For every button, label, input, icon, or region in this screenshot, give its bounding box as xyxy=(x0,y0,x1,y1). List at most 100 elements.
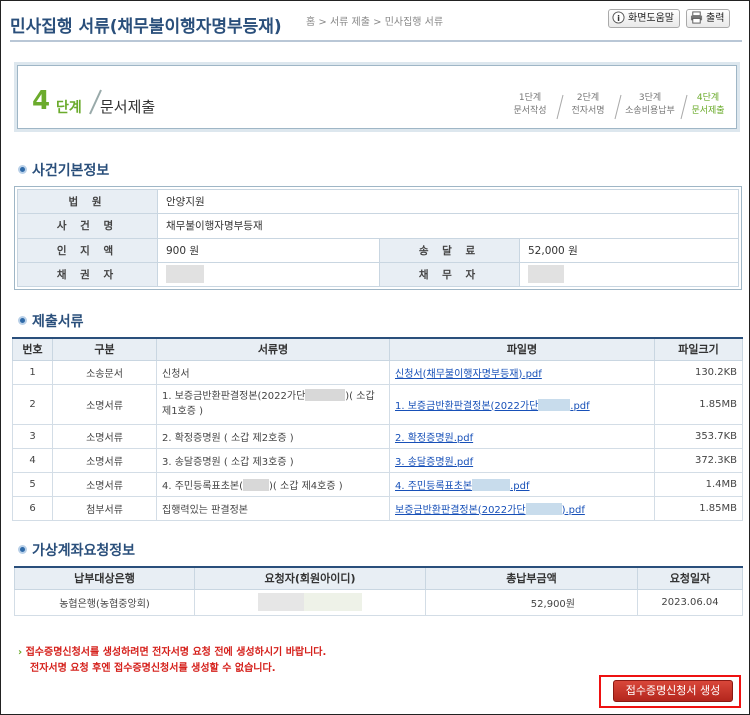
step-2: 2단계 전자서명 xyxy=(571,93,605,116)
row-type: 첨부서류 xyxy=(52,495,157,521)
col-header-date: 요청일자 xyxy=(637,566,743,590)
print-button[interactable]: 출력 xyxy=(686,9,731,28)
row-size: 353.7KB xyxy=(654,423,743,449)
stamp-fee-label: 인 지 액 xyxy=(17,237,158,263)
help-icon: i xyxy=(612,11,625,24)
bullet-icon xyxy=(18,545,27,554)
breadcrumb-current: 민사집행 서류 xyxy=(384,17,444,28)
table-row: 인 지 액 900 원 송 달 료 52,000 원 xyxy=(17,237,739,263)
table-row: 2 소명서류 1. 보증금반환판결정본(2022가단)( 소갑 제1호증 ) 1… xyxy=(12,383,743,425)
table-row: 6 첨부서류 집행력있는 판결정본 보증금반환판결정본(2022가단).pdf … xyxy=(12,495,743,521)
table-row: 1 소송문서 신청서 신청서(채무불이행자명부등재).pdf 130.2KB xyxy=(12,359,743,385)
col-header-file-size: 파일크기 xyxy=(654,337,743,361)
bullet-icon xyxy=(18,316,27,325)
row-size: 130.2KB xyxy=(654,359,743,385)
current-step-name: 문서제출 xyxy=(100,98,156,116)
step-list: 1단계 문서작성 2단계 전자서명 3단계 소송비용납부 4단계 문서제출 xyxy=(504,92,734,124)
redacted-block xyxy=(305,389,346,401)
table-row: 농협은행(농협중앙회) 52,900원 2023.06.04 xyxy=(14,588,743,616)
table-row: 4 소명서류 3. 송달증명원 ( 소갑 제3호증 ) 3. 송달증명원.pdf… xyxy=(12,447,743,473)
requester-value xyxy=(194,588,426,616)
col-header-doc-name: 서류명 xyxy=(156,337,390,361)
bank-value: 농협은행(농협중앙회) xyxy=(14,588,195,616)
row-doc-name: 신청서 xyxy=(156,359,390,385)
table-row: 법 원 안양지원 xyxy=(17,188,739,215)
row-no: 6 xyxy=(12,495,53,521)
col-header-requester: 요청자(회원아이디) xyxy=(194,566,426,590)
row-no: 4 xyxy=(12,447,53,473)
step-4: 4단계 문서제출 xyxy=(691,93,725,116)
generate-receipt-button[interactable]: 접수증명신청서 생성 xyxy=(613,680,733,702)
file-link[interactable]: 3. 송달증명원.pdf xyxy=(395,457,473,468)
row-size: 1.85MB xyxy=(654,495,743,521)
print-label: 출력 xyxy=(706,13,725,24)
case-info-heading: 사건기본정보 xyxy=(18,160,109,180)
bullet-icon xyxy=(18,165,27,174)
step-indicator: 4 단계 문서제출 1단계 문서작성 2단계 전자서명 3단계 소송비용납부 4단계 문… xyxy=(14,62,740,132)
row-no: 3 xyxy=(12,423,53,449)
redacted-block xyxy=(258,593,304,611)
col-header-no: 번호 xyxy=(12,337,53,361)
redacted-block xyxy=(528,265,564,284)
account-table: 납부대상은행 요청자(회원아이디) 총납부금액 요청일자 농협은행(농협중앙회)… xyxy=(14,566,743,616)
row-file: 보증금반환판결정본(2022가단).pdf xyxy=(389,495,655,521)
account-heading: 가상계좌요청정보 xyxy=(18,540,135,560)
row-type: 소송문서 xyxy=(52,359,157,385)
row-type: 소명서류 xyxy=(52,383,157,425)
debtor-value xyxy=(519,261,739,288)
table-row: 5 소명서류 4. 주민등록표초본()( 소갑 제4호증 ) 4. 주민등록표초… xyxy=(12,471,743,497)
breadcrumb-submit[interactable]: 서류 제출 xyxy=(330,17,370,28)
row-doc-name: 2. 확정증명원 ( 소갑 제2호증 ) xyxy=(156,423,390,449)
court-label: 법 원 xyxy=(17,188,158,215)
col-header-amount: 총납부금액 xyxy=(425,566,638,590)
case-name-value: 채무불이행자명부등재 xyxy=(157,213,739,239)
table-header-row: 납부대상은행 요청자(회원아이디) 총납부금액 요청일자 xyxy=(14,566,743,590)
row-file: 2. 확정증명원.pdf xyxy=(389,423,655,449)
file-link[interactable]: 4. 주민등록표초본 .pdf xyxy=(395,478,530,492)
breadcrumb: 홈 > 서류 제출 > 민사집행 서류 xyxy=(306,17,444,28)
row-doc-name: 4. 주민등록표초본()( 소갑 제4호증 ) xyxy=(156,471,390,497)
redacted-block xyxy=(472,478,511,491)
creditor-label: 채 권 자 xyxy=(17,261,158,288)
row-file: 신청서(채무불이행자명부등재).pdf xyxy=(389,359,655,385)
file-link[interactable]: 2. 확정증명원.pdf xyxy=(395,433,473,444)
row-type: 소명서류 xyxy=(52,471,157,497)
col-header-type: 구분 xyxy=(52,337,157,361)
current-step-suffix: 단계 xyxy=(56,100,82,116)
delivery-fee-value: 52,000 원 xyxy=(519,237,739,263)
stamp-fee-value: 900 원 xyxy=(157,237,380,263)
creditor-value xyxy=(157,261,380,288)
redacted-block xyxy=(304,593,362,611)
col-header-bank: 납부대상은행 xyxy=(14,566,195,590)
case-name-label: 사 건 명 xyxy=(17,213,158,239)
screen-help-button[interactable]: i 화면도움말 xyxy=(608,9,680,28)
row-doc-name: 1. 보증금반환판결정본(2022가단)( 소갑 제1호증 ) xyxy=(156,383,390,425)
documents-table: 번호 구분 서류명 파일명 파일크기 1 소송문서 신청서 신청서(채무불이행자… xyxy=(12,337,743,521)
row-size: 1.85MB xyxy=(654,383,743,425)
redacted-block xyxy=(243,478,270,491)
screen-help-label: 화면도움말 xyxy=(628,13,674,24)
documents-heading: 제출서류 xyxy=(18,311,84,331)
breadcrumb-home[interactable]: 홈 xyxy=(306,17,315,28)
delivery-fee-label: 송 달 료 xyxy=(379,237,520,263)
row-no: 2 xyxy=(12,383,53,425)
row-doc-name: 3. 송달증명원 ( 소갑 제3호증 ) xyxy=(156,447,390,473)
row-type: 소명서류 xyxy=(52,447,157,473)
col-header-file-name: 파일명 xyxy=(389,337,655,361)
table-row: 사 건 명 채무불이행자명부등재 xyxy=(17,213,739,239)
printer-icon xyxy=(690,11,703,24)
redacted-block xyxy=(538,398,571,411)
table-row: 채 권 자 채 무 자 xyxy=(17,261,739,288)
court-value: 안양지원 xyxy=(157,188,739,215)
page-title: 민사집행 서류(채무불이행자명부등재) xyxy=(10,17,282,37)
file-link[interactable]: 1. 보증금반환판결정본(2022가단 .pdf xyxy=(395,398,590,412)
notice-text: › 접수증명신청서를 생성하려면 전자서명 요청 전에 생성하시기 바랍니다. … xyxy=(18,647,327,674)
table-header-row: 번호 구분 서류명 파일명 파일크기 xyxy=(12,337,743,361)
row-size: 372.3KB xyxy=(654,447,743,473)
svg-text:i: i xyxy=(617,13,620,23)
case-info-table: 법 원 안양지원 사 건 명 채무불이행자명부등재 인 지 액 900 원 송 … xyxy=(14,186,742,290)
file-link[interactable]: 신청서(채무불이행자명부등재).pdf xyxy=(395,369,542,380)
file-link[interactable]: 보증금반환판결정본(2022가단).pdf xyxy=(395,502,585,516)
redacted-block xyxy=(166,265,204,284)
row-file: 1. 보증금반환판결정본(2022가단 .pdf xyxy=(389,383,655,425)
